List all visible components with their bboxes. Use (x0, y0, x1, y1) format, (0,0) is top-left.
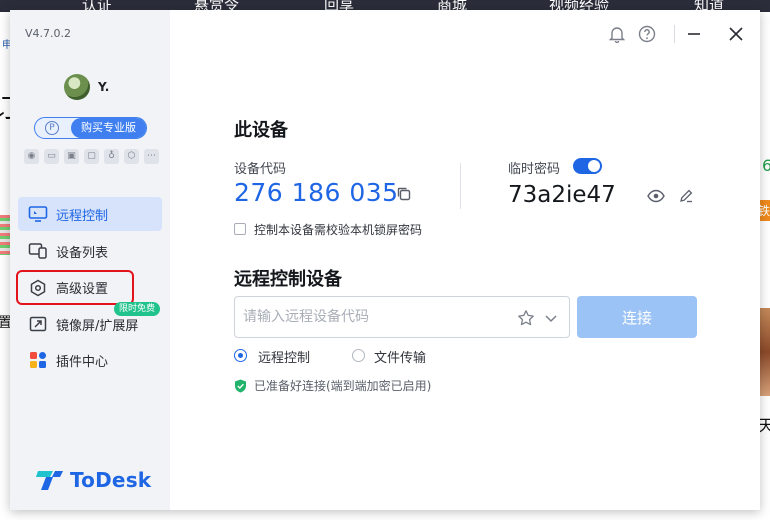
quick-icon-row: ◉ ▭ ▣ ▢ ♁ ⬡ ⋯ (24, 149, 159, 164)
device-code-value: 276 186 035 (234, 178, 399, 207)
lock-screen-verify-label: 控制本设备需校验本机锁屏密码 (254, 223, 423, 237)
sidebar-item-label: 设备列表 (56, 245, 109, 261)
hex-settings-icon (28, 278, 48, 298)
device-code-label: 设备代码 (234, 162, 287, 177)
plugin-grid-icon (28, 350, 48, 370)
sidebar-item-label: 远程控制 (56, 208, 109, 224)
temp-password-label: 临时密码 (508, 162, 561, 177)
control-divider (674, 25, 675, 43)
copy-icon[interactable] (396, 186, 412, 202)
todesk-window: V4.7.0.2 Y. P 购买专业版 ◉ ▭ ▣ ▢ ♁ ⬡ ⋯ 远程控制 设 (10, 10, 760, 510)
version-label: V4.7.0.2 (25, 27, 72, 40)
lock-screen-verify-checkbox[interactable] (234, 223, 246, 235)
bulb-icon[interactable]: ♁ (104, 149, 119, 164)
username[interactable]: Y. (98, 80, 109, 94)
mode-label-remote-control: 远程控制 (258, 351, 311, 366)
section-divider (460, 163, 461, 209)
minimize-icon[interactable] (684, 24, 704, 44)
todesk-logo-icon (36, 471, 63, 490)
this-device-title: 此设备 (234, 120, 288, 141)
todesk-logo: ToDesk (36, 468, 151, 492)
remote-screen-icon (28, 204, 48, 224)
mode-radio-file-transfer[interactable] (352, 349, 365, 362)
remote-code-field (234, 296, 570, 338)
avatar[interactable] (64, 74, 90, 100)
sidebar-item-label: 插件中心 (56, 354, 109, 370)
bell-icon[interactable] (607, 24, 627, 44)
game-icon[interactable]: ◉ (24, 149, 39, 164)
sidebar: V4.7.0.2 Y. P 购买专业版 ◉ ▭ ▣ ▢ ♁ ⬡ ⋯ 远程控制 设 (10, 10, 170, 510)
sidebar-item-label: 镜像屏/扩展屏 (56, 318, 139, 334)
gear-icon[interactable]: ⬡ (124, 149, 139, 164)
buy-pro-label: 购买专业版 (71, 118, 146, 138)
temp-password-toggle[interactable] (573, 158, 602, 174)
sidebar-item-advanced-settings[interactable]: 高级设置 (16, 270, 134, 305)
edit-pencil-icon[interactable] (679, 188, 695, 204)
window-icon[interactable]: ▣ (64, 149, 79, 164)
logo-text: ToDesk (70, 468, 152, 492)
sidebar-item-remote-control[interactable]: 远程控制 (18, 197, 162, 231)
sidebar-item-plugin-center[interactable]: 插件中心 (18, 343, 162, 377)
pro-icon: P (45, 121, 59, 135)
sidebar-item-mirror-screen[interactable]: 镜像屏/扩展屏 (18, 307, 162, 341)
chat-icon[interactable]: ▢ (84, 149, 99, 164)
star-icon[interactable] (517, 309, 535, 327)
mirror-screen-icon (28, 314, 48, 334)
help-icon[interactable] (637, 24, 657, 44)
temp-password-value: 73a2ie47 (508, 182, 616, 208)
remote-device-title: 远程控制设备 (234, 269, 342, 290)
more-icon[interactable]: ⋯ (144, 149, 159, 164)
mode-label-file-transfer: 文件传输 (374, 351, 427, 366)
background-text: 6 (762, 156, 770, 175)
chevron-down-icon[interactable] (543, 310, 559, 326)
remote-code-input[interactable] (243, 305, 503, 329)
connection-status-text: 已准备好连接(端到端加密已启用) (254, 379, 432, 393)
shield-check-icon (234, 378, 247, 393)
sidebar-item-label: 高级设置 (56, 282, 109, 297)
monitor-icon[interactable]: ▭ (44, 149, 59, 164)
close-icon[interactable] (726, 24, 746, 44)
background-image-strip (0, 215, 10, 255)
sidebar-item-device-list[interactable]: 设备列表 (18, 234, 162, 268)
devices-icon (28, 241, 48, 261)
buy-pro-button[interactable]: P 购买专业版 (34, 117, 147, 139)
eye-icon[interactable] (647, 188, 665, 204)
mode-radio-remote-control[interactable] (234, 349, 247, 362)
connect-button[interactable]: 连接 (577, 296, 697, 338)
